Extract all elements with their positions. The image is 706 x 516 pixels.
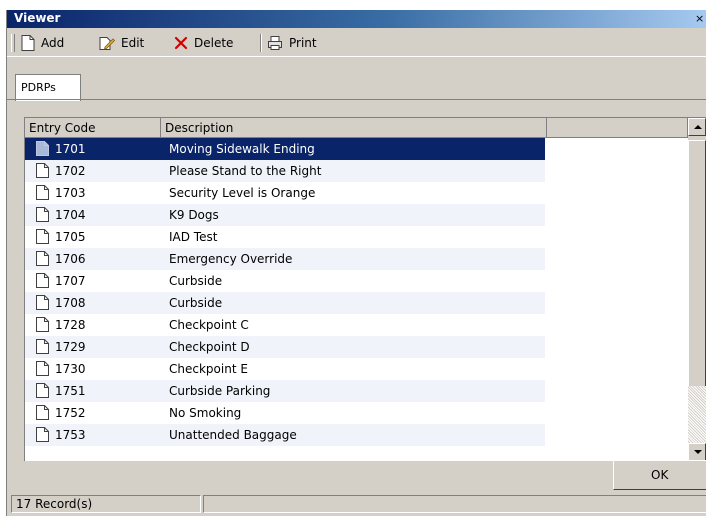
description-cell: Checkpoint E: [169, 362, 248, 376]
column-header-label: Entry Code: [29, 121, 96, 135]
description-cell: IAD Test: [169, 230, 218, 244]
red-x-delete-icon: [174, 36, 188, 50]
ok-label: OK: [651, 468, 669, 482]
new-document-icon: [21, 35, 35, 51]
entry-code-cell: 1706: [55, 252, 86, 266]
table-row[interactable]: 1706 Emergency Override: [25, 248, 545, 270]
table-row-partial[interactable]: [25, 446, 545, 452]
entry-code-cell: 1753: [55, 428, 86, 442]
table-row[interactable]: 1708 Curbside: [25, 292, 545, 314]
document-icon: [36, 317, 49, 332]
entry-code-cell: 1703: [55, 186, 86, 200]
table-row[interactable]: 1705 IAD Test: [25, 226, 545, 248]
document-icon: [36, 339, 49, 354]
description-cell: Please Stand to the Right: [169, 164, 322, 178]
table-row[interactable]: 1703 Security Level is Orange: [25, 182, 545, 204]
description-cell: Moving Sidewalk Ending: [169, 142, 315, 156]
window-title: Viewer: [14, 11, 61, 25]
document-icon: [36, 251, 49, 266]
entry-code-cell: 1707: [55, 274, 86, 288]
add-label: Add: [41, 36, 65, 50]
entry-code-cell: 1730: [55, 362, 86, 376]
column-header-label: Description: [165, 121, 234, 135]
tab-label: PDRPs: [21, 81, 56, 94]
record-count: 17 Record(s): [16, 497, 93, 511]
document-icon: [36, 273, 49, 288]
entry-code-cell: 1705: [55, 230, 86, 244]
delete-label: Delete: [194, 36, 234, 50]
ok-button[interactable]: OK: [613, 460, 706, 490]
document-icon: [36, 361, 49, 376]
entry-code-cell: 1704: [55, 208, 86, 222]
toolbar-separator: [260, 34, 262, 52]
document-icon: [36, 185, 49, 200]
description-cell: Security Level is Orange: [169, 186, 316, 200]
entry-code-cell: 1751: [55, 384, 86, 398]
column-header-description[interactable]: Description: [161, 118, 547, 138]
title-bar[interactable]: Viewer ×: [7, 10, 706, 28]
document-icon: [36, 141, 49, 156]
column-header-entry-code[interactable]: Entry Code: [25, 118, 161, 138]
add-button[interactable]: Add: [21, 34, 64, 52]
description-cell: Checkpoint C: [169, 318, 249, 332]
entry-code-cell: 1708: [55, 296, 86, 310]
toolbar: Add Edit Delete Print: [7, 30, 706, 57]
entry-code-cell: 1752: [55, 406, 86, 420]
table-row[interactable]: 1704 K9 Dogs: [25, 204, 545, 226]
table-row[interactable]: 1753 Unattended Baggage: [25, 424, 545, 446]
status-panel-2: [203, 495, 706, 513]
description-cell: K9 Dogs: [169, 208, 219, 222]
scroll-up-button[interactable]: [688, 118, 706, 136]
table-row[interactable]: 1752 No Smoking: [25, 402, 545, 424]
table-row[interactable]: 1707 Curbside: [25, 270, 545, 292]
scroll-down-button[interactable]: [688, 443, 706, 461]
table-row[interactable]: 1702 Please Stand to the Right: [25, 160, 545, 182]
scroll-thumb[interactable]: [688, 140, 706, 387]
entry-code-cell: 1702: [55, 164, 86, 178]
scroll-track[interactable]: [688, 386, 706, 443]
edit-label: Edit: [121, 36, 145, 50]
description-cell: Curbside: [169, 296, 223, 310]
status-bar: 17 Record(s): [7, 494, 706, 516]
printer-icon: [268, 36, 282, 50]
viewer-window: Viewer × Add Edit Delete Print PDRPs Ent…: [6, 10, 706, 516]
description-cell: Checkpoint D: [169, 340, 250, 354]
table-row[interactable]: 1751 Curbside Parking: [25, 380, 545, 402]
status-panel-records: 17 Record(s): [11, 495, 201, 513]
description-cell: Curbside: [169, 274, 223, 288]
tab-pdrps[interactable]: PDRPs: [15, 74, 81, 101]
description-cell: Emergency Override: [169, 252, 293, 266]
entry-code-cell: 1729: [55, 340, 86, 354]
document-icon: [36, 229, 49, 244]
delete-button[interactable]: Delete: [174, 34, 233, 52]
table-row[interactable]: 1728 Checkpoint C: [25, 314, 545, 336]
edit-document-icon: [99, 37, 115, 50]
table-row[interactable]: 1730 Checkpoint E: [25, 358, 545, 380]
close-icon[interactable]: ×: [695, 12, 705, 25]
entry-code-cell: 1701: [55, 142, 86, 156]
entry-code-cell: 1728: [55, 318, 86, 332]
description-cell: Unattended Baggage: [169, 428, 297, 442]
vertical-scrollbar[interactable]: [688, 118, 706, 461]
document-icon: [36, 207, 49, 222]
table-row[interactable]: 1729 Checkpoint D: [25, 336, 545, 358]
document-icon: [36, 427, 49, 442]
description-cell: Curbside Parking: [169, 384, 271, 398]
records-grid[interactable]: Entry Code Description 1701 Moving Sidewa…: [24, 117, 706, 461]
description-cell: No Smoking: [169, 406, 242, 420]
document-icon: [36, 295, 49, 310]
tab-strip: PDRPs: [7, 59, 706, 119]
document-icon: [36, 383, 49, 398]
print-label: Print: [289, 36, 317, 50]
document-icon: [36, 163, 49, 178]
toolbar-grip[interactable]: [11, 34, 15, 52]
document-icon: [36, 405, 49, 420]
table-row[interactable]: 1701 Moving Sidewalk Ending: [25, 138, 545, 160]
print-button[interactable]: Print: [267, 34, 317, 52]
column-header-empty[interactable]: [547, 118, 688, 138]
edit-button[interactable]: Edit: [99, 34, 144, 52]
